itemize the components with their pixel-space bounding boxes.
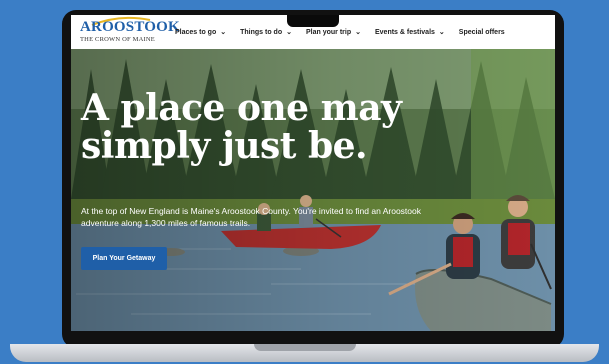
nav-item-plan-your-trip[interactable]: Plan your trip ⌄ xyxy=(305,28,361,37)
nav-item-places-to-go[interactable]: Places to go ⌄ xyxy=(175,28,227,37)
nav-item-things-to-do[interactable]: Things to do ⌄ xyxy=(240,28,292,37)
hero-headline: A place one may simply just be. xyxy=(81,89,461,165)
chevron-down-icon: ⌄ xyxy=(355,29,361,36)
nav-item-events-festivals[interactable]: Events & festivals ⌄ xyxy=(374,28,445,37)
nav-item-label: Events & festivals xyxy=(374,28,435,36)
headline-line-2: simply just be. xyxy=(81,125,368,167)
chevron-down-icon: ⌄ xyxy=(220,29,227,36)
nav-item-label: Things to do xyxy=(240,28,283,36)
headline-line-1: A place one may xyxy=(81,87,402,129)
chevron-down-icon: ⌄ xyxy=(438,29,445,36)
laptop-base-notch xyxy=(254,344,356,351)
nav-item-special-offers[interactable]: Special offers xyxy=(459,29,505,36)
hero-subtext: At the top of New England is Maine's Aro… xyxy=(81,206,421,228)
hero-section: A place one may simply just be. At the t… xyxy=(71,49,555,331)
logo-tagline: THE CROWN OF MAINE xyxy=(80,36,155,43)
nav-item-label: Places to go xyxy=(175,28,217,36)
nav-item-label: Special offers xyxy=(458,28,505,36)
aroostook-logo[interactable]: AROOSTOOK THE CROWN OF MAINE xyxy=(80,16,180,46)
browser-screen: AROOSTOOK THE CROWN OF MAINE Places to g… xyxy=(71,15,555,331)
main-nav: Places to go ⌄ Things to do ⌄ Plan your … xyxy=(175,15,519,49)
nav-item-label: Plan your trip xyxy=(305,28,352,36)
camera-notch xyxy=(287,15,339,27)
chevron-down-icon: ⌄ xyxy=(286,29,292,36)
plan-your-getaway-button[interactable]: Plan Your Getaway xyxy=(81,247,167,270)
logo-wordmark: AROOSTOOK xyxy=(80,19,180,35)
